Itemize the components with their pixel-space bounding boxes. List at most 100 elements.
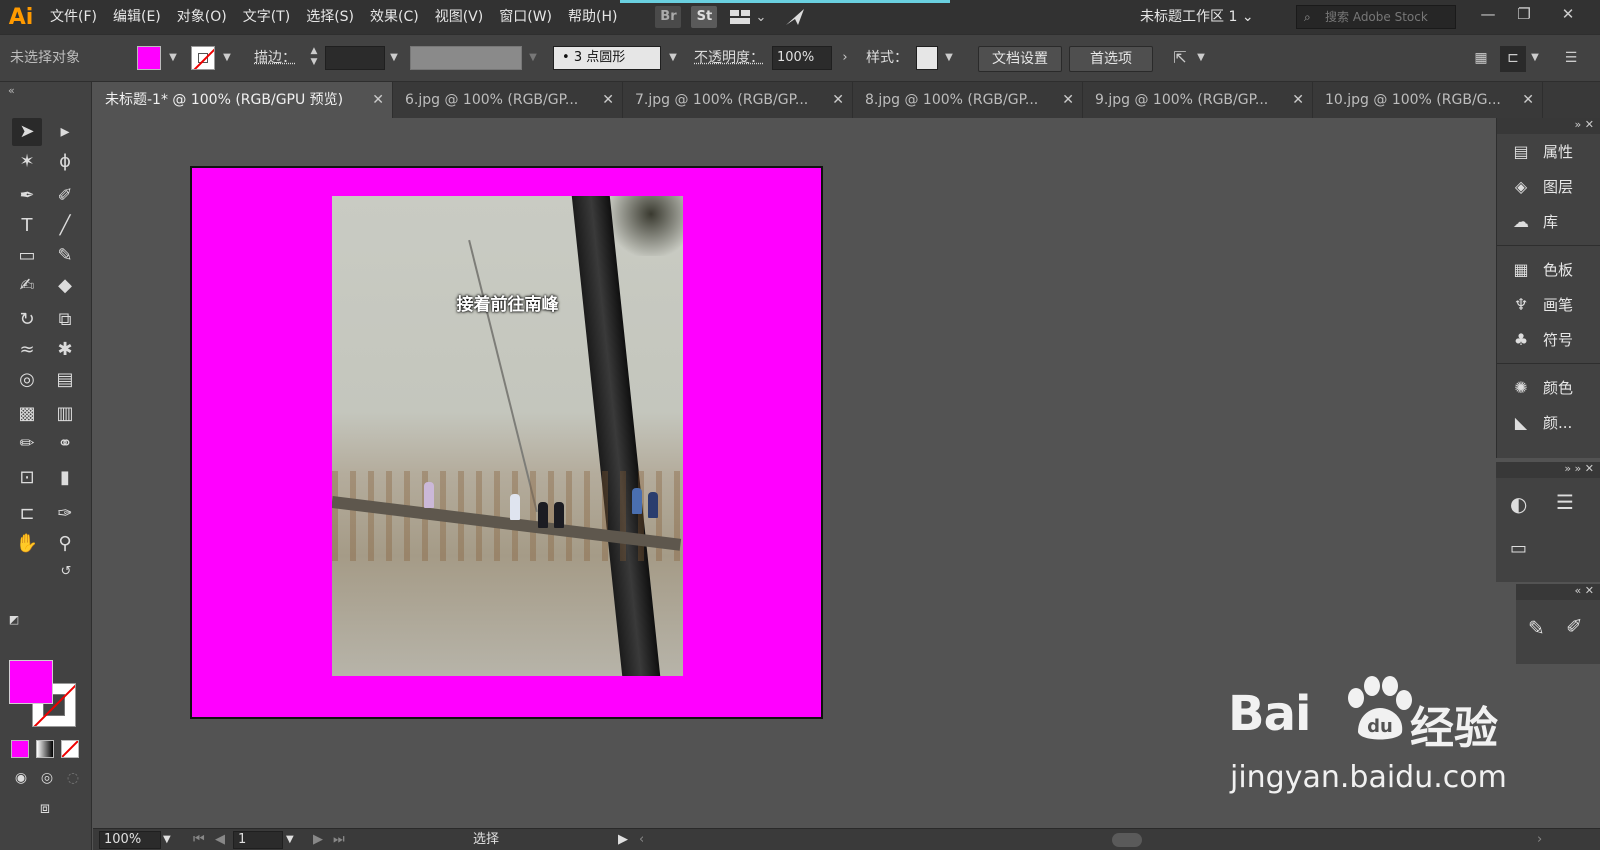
opacity-arrow-icon[interactable]: › xyxy=(836,46,854,70)
fill-color-swatch[interactable] xyxy=(137,46,161,70)
menu-window[interactable]: 窗口(W) xyxy=(491,0,560,34)
artboard-tool-icon[interactable]: ⊏ xyxy=(12,500,42,528)
status-menu-arrow-icon[interactable]: ▶ xyxy=(618,831,628,849)
stroke-color-swatch[interactable] xyxy=(191,46,215,70)
slice-tool-icon[interactable]: ✑ xyxy=(50,500,80,528)
appearance-icon[interactable]: ◐ xyxy=(1510,492,1527,516)
warp-tool-icon[interactable]: ≈ xyxy=(12,336,42,364)
symbol-sprayer-tool-icon[interactable]: ⊡ xyxy=(12,464,42,492)
panel-color[interactable]: ✺ 颜色 xyxy=(1497,370,1600,405)
curvature-tool-icon[interactable]: ✐ xyxy=(50,182,80,210)
selection-tool-icon[interactable]: ➤ xyxy=(12,118,42,146)
shaper-tool-icon[interactable]: ✍ xyxy=(12,272,42,300)
paintbrush-tool-icon[interactable]: ✎ xyxy=(50,242,80,270)
magic-wand-tool-icon[interactable]: ✶ xyxy=(12,148,42,176)
pen-tool-icon[interactable]: ✒ xyxy=(12,182,42,210)
panel-brushes[interactable]: ♆ 画笔 xyxy=(1497,287,1600,322)
profile-chevron-icon[interactable]: ▼ xyxy=(524,46,542,70)
menu-effect[interactable]: 效果(C) xyxy=(362,0,427,34)
menu-select[interactable]: 选择(S) xyxy=(298,0,362,34)
shape-builder-tool-icon[interactable]: ◎ xyxy=(12,366,42,394)
default-fill-stroke-icon[interactable]: ◩ xyxy=(4,610,24,630)
stock-button[interactable]: St xyxy=(691,6,718,28)
brush-chevron-icon[interactable]: ▼ xyxy=(664,46,682,70)
tab-10-jpg[interactable]: 10.jpg @ 100% (RGB/G... ✕ xyxy=(1313,82,1543,118)
screen-mode-icon[interactable]: ⧈ xyxy=(30,794,60,822)
workspace-switcher[interactable]: 未标题工作区 1 ⌄ xyxy=(1140,0,1254,34)
preferences-button[interactable]: 首选项 xyxy=(1069,46,1153,72)
grid-view-icon[interactable]: ▦ xyxy=(1472,46,1490,70)
tab-9-jpg[interactable]: 9.jpg @ 100% (RGB/GP... ✕ xyxy=(1083,82,1313,118)
align-chevron-icon[interactable]: ▼ xyxy=(1192,46,1210,70)
menu-edit[interactable]: 编辑(E) xyxy=(105,0,169,34)
panel-menu-icon[interactable]: ☰ xyxy=(1562,46,1580,70)
menu-view[interactable]: 视图(V) xyxy=(427,0,492,34)
image-trace-icon[interactable]: ✐ xyxy=(1566,614,1583,638)
transform-icon[interactable]: ⊏ xyxy=(1500,46,1526,72)
restore-button[interactable]: ❐ xyxy=(1506,0,1542,30)
rectangle-tool-icon[interactable]: ▭ xyxy=(12,242,42,270)
tab-untitled-1[interactable]: 未标题-1* @ 100% (RGB/GPU 预览) ✕ xyxy=(93,82,393,118)
panel-libraries[interactable]: ☁ 库 xyxy=(1497,204,1600,239)
zoom-tool-icon[interactable]: ⚲ xyxy=(50,530,80,558)
panel-properties[interactable]: ▤ 属性 xyxy=(1497,134,1600,169)
gradient-mode-icon[interactable] xyxy=(36,740,54,758)
transform-chevron-icon[interactable]: ▼ xyxy=(1526,46,1544,70)
horizontal-scrollbar-thumb[interactable] xyxy=(1112,833,1142,847)
fill-indicator[interactable] xyxy=(9,660,53,704)
brush-panel-icon[interactable]: ✎ xyxy=(1528,616,1545,640)
zoom-input[interactable]: 100% xyxy=(99,831,161,849)
arrange-documents-button[interactable]: ⌄ xyxy=(729,9,766,25)
blend-tool-icon[interactable]: ⚭ xyxy=(50,430,80,458)
draw-inside-icon[interactable]: ◌ xyxy=(58,764,88,792)
column-graph-tool-icon[interactable]: ▮ xyxy=(50,464,80,492)
scroll-left-icon[interactable]: ‹ xyxy=(639,831,644,849)
menu-object[interactable]: 对象(O) xyxy=(169,0,235,34)
close-tab-icon[interactable]: ✕ xyxy=(1062,82,1074,118)
eraser-tool-icon[interactable]: ◆ xyxy=(50,272,80,300)
color-mode-icon[interactable] xyxy=(11,740,29,758)
menu-help[interactable]: 帮助(H) xyxy=(560,0,625,34)
fill-dropdown-chevron-icon[interactable]: ▼ xyxy=(164,46,182,70)
close-tab-icon[interactable]: ✕ xyxy=(602,82,614,118)
close-window-button[interactable]: ✕ xyxy=(1550,0,1586,30)
close-tab-icon[interactable]: ✕ xyxy=(372,82,384,118)
placed-photo[interactable]: 接着前往南峰 xyxy=(332,196,683,676)
stock-search-input[interactable]: ⌕ 搜索 Adobe Stock xyxy=(1296,5,1456,29)
menu-file[interactable]: 文件(F) xyxy=(42,0,105,34)
tab-8-jpg[interactable]: 8.jpg @ 100% (RGB/GP... ✕ xyxy=(853,82,1083,118)
panel-layers[interactable]: ◈ 图层 xyxy=(1497,169,1600,204)
dock-header[interactable]: » ✕ xyxy=(1497,118,1600,134)
menu-type[interactable]: 文字(T) xyxy=(235,0,298,34)
swap-fill-stroke-icon[interactable]: ↺ xyxy=(56,562,76,582)
stroke-weight-input[interactable] xyxy=(325,46,385,70)
eyedropper-tool-icon[interactable]: ✏ xyxy=(12,430,42,458)
gradient-tool-icon[interactable]: ▥ xyxy=(50,400,80,428)
hand-tool-icon[interactable]: ✋ xyxy=(12,530,42,558)
perspective-grid-tool-icon[interactable]: ▤ xyxy=(50,366,80,394)
bridge-button[interactable]: Br xyxy=(655,6,682,28)
collapse-toolbar-icon[interactable]: « xyxy=(8,84,15,97)
stroke-panel-icon[interactable]: ☰ xyxy=(1556,490,1574,514)
artboard-chevron-icon[interactable]: ▼ xyxy=(286,831,294,849)
next-artboard-icon[interactable]: ▶ xyxy=(313,831,323,849)
graphic-style-swatch[interactable] xyxy=(916,46,938,70)
first-artboard-icon[interactable]: ⏮ xyxy=(193,831,205,849)
lasso-tool-icon[interactable]: ϕ xyxy=(50,148,80,176)
type-tool-icon[interactable]: T xyxy=(12,212,42,240)
last-artboard-icon[interactable]: ⏭ xyxy=(333,831,345,849)
close-tab-icon[interactable]: ✕ xyxy=(1292,82,1304,118)
none-mode-icon[interactable] xyxy=(61,740,79,758)
gpu-performance-button[interactable] xyxy=(784,7,806,27)
gradient-panel-icon[interactable]: ▭ xyxy=(1510,538,1527,559)
puppet-warp-tool-icon[interactable]: ✱ xyxy=(50,336,80,364)
scroll-right-icon[interactable]: › xyxy=(1537,831,1542,849)
rotate-tool-icon[interactable]: ↻ xyxy=(12,306,42,334)
panel-swatches[interactable]: ▦ 色板 xyxy=(1497,252,1600,287)
panel-color-guide[interactable]: ◣ 颜... xyxy=(1497,405,1600,440)
mesh-tool-icon[interactable]: ▩ xyxy=(12,400,42,428)
stroke-label[interactable]: 描边： xyxy=(254,45,296,71)
minimize-button[interactable]: — xyxy=(1470,0,1506,30)
dock-header[interactable]: « ✕ xyxy=(1516,584,1600,600)
line-tool-icon[interactable]: ╱ xyxy=(50,212,80,240)
